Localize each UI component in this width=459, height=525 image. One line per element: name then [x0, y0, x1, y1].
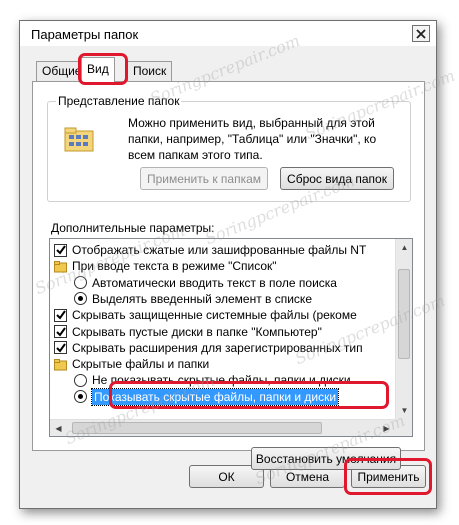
folder-icon — [54, 260, 67, 273]
list-item[interactable]: Автоматически вводить текст в поле поиск… — [74, 275, 337, 291]
list-item: Скрытые файлы и папки — [54, 356, 209, 372]
view-tab-panel: Представление папок Можно применить вид,… — [32, 81, 425, 470]
list-item-label: При вводе текста в режиме "Список" — [72, 259, 277, 274]
list-item-label: Скрывать расширения для зарегистрированн… — [72, 340, 363, 355]
list-item[interactable]: Отображать сжатые или зашифрованные файл… — [54, 242, 366, 258]
list-item[interactable]: Скрывать защищенные системные файлы (рек… — [54, 307, 357, 323]
scroll-down-arrow-icon[interactable]: ▼ — [396, 402, 412, 419]
tab-search[interactable]: Поиск — [127, 61, 173, 81]
folder-options-dialog: Параметры папок Общие Вид Поиск Представ… — [19, 20, 437, 509]
list-item[interactable]: Скрывать расширения для зарегистрированн… — [54, 340, 363, 356]
tab-highlight-ring — [78, 53, 128, 85]
horizontal-scroll-thumb[interactable] — [72, 422, 322, 434]
radio-icon — [74, 292, 87, 306]
scroll-left-arrow-icon[interactable]: ◀ — [50, 420, 67, 436]
title-bar: Параметры папок — [20, 21, 436, 46]
vertical-scrollbar[interactable]: ▲ ▼ — [395, 239, 412, 419]
folder-views-description: Можно применить вид, выбранный для этой … — [128, 116, 377, 162]
checkbox-icon — [54, 325, 67, 338]
checkbox-icon — [54, 341, 67, 355]
list-item-label: Автоматически вводить текст в поле поиск… — [92, 275, 337, 290]
checkbox-icon — [54, 308, 67, 322]
advanced-settings-label: Дополнительные параметры: — [51, 221, 215, 235]
scrollbar-corner — [395, 419, 412, 436]
close-button[interactable] — [412, 25, 430, 42]
folder-icon — [54, 358, 67, 371]
list-item[interactable]: Выделять введенный элемент в списке — [74, 291, 312, 307]
reset-folders-button[interactable]: Сброс вида папок — [280, 167, 394, 190]
apply-highlight-ring — [344, 458, 432, 495]
apply-to-folders-button[interactable]: Применить к папкам — [140, 167, 268, 190]
option-highlight-ring — [109, 381, 389, 409]
list-item[interactable]: Скрывать пустые диски в папке "Компьютер… — [54, 324, 322, 340]
list-item-label: Выделять введенный элемент в списке — [92, 291, 312, 306]
list-item-label: Скрывать пустые диски в папке "Компьютер… — [72, 324, 322, 339]
window-title: Параметры папок — [31, 27, 139, 42]
folder-views-label: Представление папок — [56, 94, 182, 108]
radio-icon — [74, 373, 87, 387]
list-item-label: Скрытые файлы и папки — [72, 357, 210, 372]
scroll-right-arrow-icon[interactable]: ▶ — [378, 420, 395, 436]
checkbox-icon — [54, 243, 67, 257]
list-item-label: Скрывать защищенные системные файлы (рек… — [72, 308, 357, 323]
list-item: При вводе текста в режиме "Список" — [54, 258, 277, 274]
close-icon — [416, 28, 426, 39]
vertical-scroll-thumb[interactable] — [398, 269, 410, 359]
horizontal-scrollbar[interactable]: ◀ ▶ — [50, 419, 395, 436]
folder-views-icon — [64, 127, 94, 152]
radio-icon — [74, 390, 87, 404]
radio-icon — [74, 276, 87, 290]
list-item-label: Отображать сжатые или зашифрованные файл… — [72, 243, 367, 257]
scroll-up-arrow-icon[interactable]: ▲ — [396, 239, 412, 256]
folder-views-group: Представление папок Можно применить вид,… — [47, 94, 411, 202]
